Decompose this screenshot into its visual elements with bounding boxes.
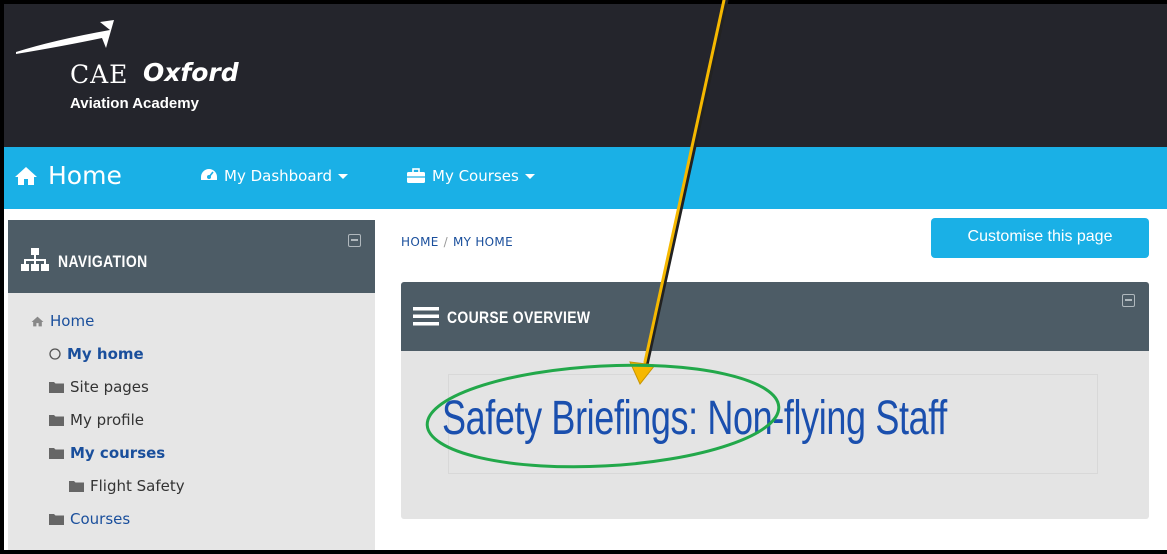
top-navbar: Home My Dashboard My Courses bbox=[4, 147, 1167, 209]
home-icon bbox=[31, 316, 44, 327]
collapse-course-overview-icon[interactable] bbox=[1122, 294, 1135, 307]
brand-subtitle: Aviation Academy bbox=[70, 95, 199, 112]
dashboard-icon bbox=[201, 169, 217, 180]
nav-tree-flight-safety-label: Flight Safety bbox=[90, 477, 185, 495]
navigation-title: NAVIGATION bbox=[58, 252, 148, 271]
caret-down-icon bbox=[337, 173, 348, 179]
nav-home-link[interactable]: Home bbox=[14, 161, 122, 190]
hamburger-icon bbox=[413, 307, 439, 326]
navigation-block: NAVIGATION Home My home Site pages My pr… bbox=[8, 220, 375, 550]
navigation-header: NAVIGATION bbox=[8, 220, 375, 293]
course-overview-header: COURSE OVERVIEW bbox=[401, 282, 1149, 351]
sitemap-icon bbox=[21, 248, 49, 271]
nav-tree-my-home-label: My home bbox=[67, 345, 144, 363]
cae-swoosh-icon bbox=[16, 20, 114, 54]
nav-dashboard-label: My Dashboard bbox=[224, 167, 332, 185]
nav-tree-my-courses-label: My courses bbox=[70, 444, 166, 462]
breadcrumb: HOME / MY HOME bbox=[401, 235, 513, 249]
nav-tree-courses-label: Courses bbox=[70, 510, 131, 528]
nav-tree-site-pages-label: Site pages bbox=[70, 378, 149, 396]
course-overview-title: COURSE OVERVIEW bbox=[447, 308, 591, 327]
site-header: CAE Oxford Aviation Academy bbox=[4, 4, 1167, 147]
breadcrumb-separator: / bbox=[443, 235, 448, 249]
nav-courses-menu[interactable]: My Courses bbox=[406, 167, 535, 185]
nav-dashboard-menu[interactable]: My Dashboard bbox=[200, 167, 348, 185]
nav-tree-my-home[interactable]: My home bbox=[49, 345, 144, 363]
folder-icon bbox=[49, 513, 64, 525]
nav-tree-site-pages[interactable]: Site pages bbox=[49, 378, 149, 396]
brand-oxford: Oxford bbox=[143, 58, 239, 87]
nav-tree-my-profile-label: My profile bbox=[70, 411, 144, 429]
customise-page-button[interactable]: Customise this page bbox=[931, 218, 1149, 258]
home-icon bbox=[15, 166, 37, 185]
nav-tree-home-label: Home bbox=[50, 312, 95, 330]
breadcrumb-current[interactable]: MY HOME bbox=[453, 235, 513, 249]
brand-logo[interactable]: CAE Oxford Aviation Academy bbox=[14, 18, 254, 128]
breadcrumb-home-link[interactable]: HOME bbox=[401, 235, 439, 249]
brand-cae: CAE bbox=[70, 60, 129, 89]
nav-tree-courses[interactable]: Courses bbox=[49, 510, 130, 528]
nav-courses-label: My Courses bbox=[432, 167, 519, 185]
course-link[interactable]: Safety Briefings: Non-flying Staff bbox=[442, 391, 947, 446]
nav-tree-my-courses[interactable]: My courses bbox=[49, 444, 165, 462]
circle-icon bbox=[49, 348, 61, 360]
briefcase-icon bbox=[407, 168, 425, 183]
nav-tree-my-profile[interactable]: My profile bbox=[49, 411, 144, 429]
nav-tree-flight-safety[interactable]: Flight Safety bbox=[69, 477, 185, 495]
folder-icon bbox=[69, 480, 84, 492]
folder-icon bbox=[49, 381, 64, 393]
page-frame: CAE Oxford Aviation Academy Home My Dash… bbox=[0, 0, 1167, 554]
caret-down-icon bbox=[524, 173, 535, 179]
nav-home-label: Home bbox=[48, 161, 122, 190]
nav-tree-home[interactable]: Home bbox=[31, 312, 94, 330]
collapse-navigation-icon[interactable] bbox=[348, 234, 361, 247]
folder-icon bbox=[49, 447, 64, 459]
folder-icon bbox=[49, 414, 64, 426]
